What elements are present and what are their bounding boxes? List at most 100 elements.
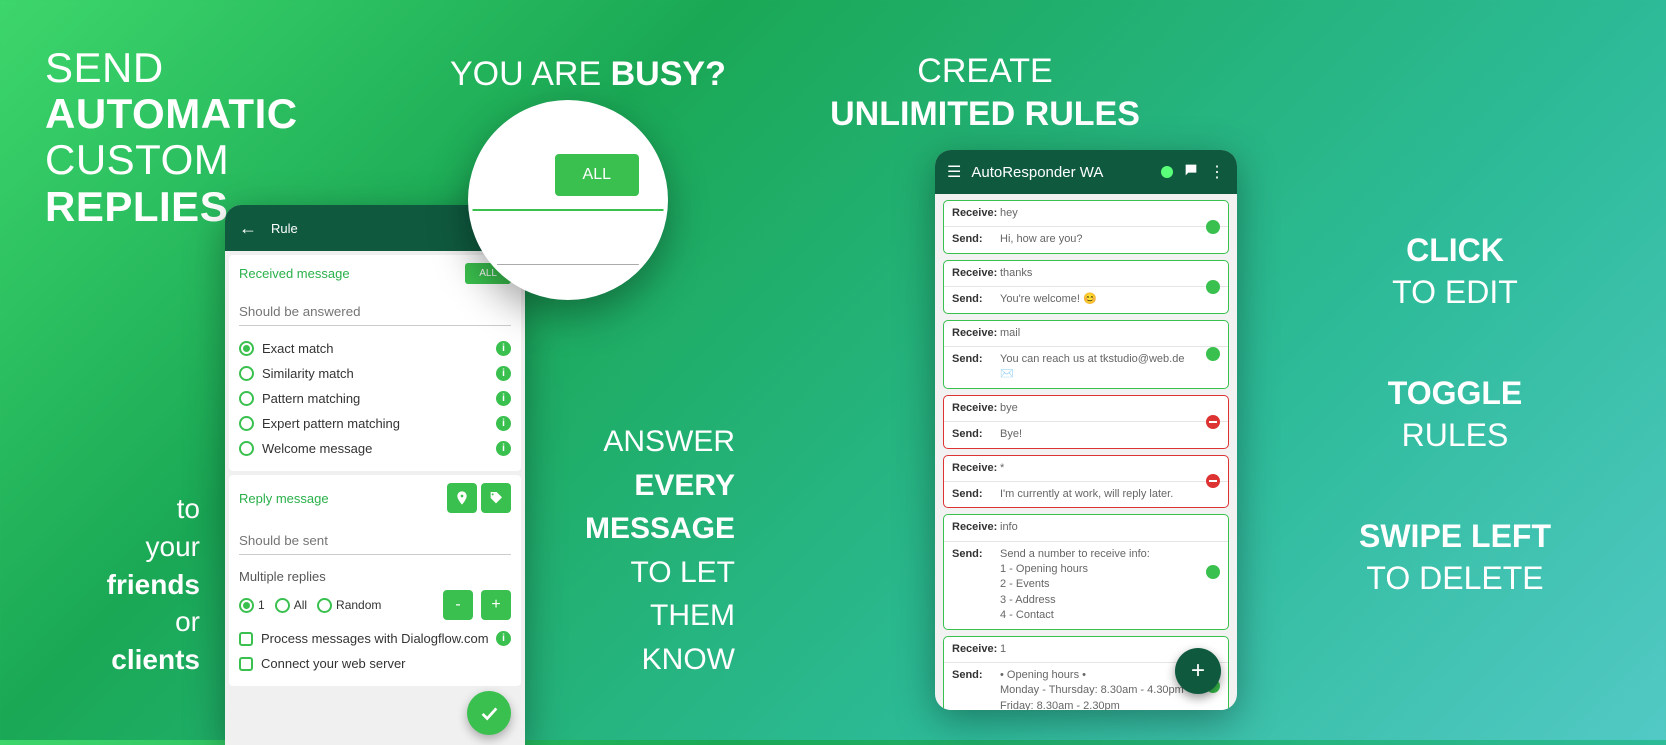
send-label: Send:	[952, 232, 1000, 247]
receive-label: Receive:	[952, 326, 1000, 341]
rule-card[interactable]: Receive:infoSend:Send a number to receiv…	[943, 514, 1229, 629]
match-option[interactable]: Welcome message i	[239, 436, 511, 461]
radio-icon	[239, 598, 254, 613]
tagline-answer: ANSWER EVERY MESSAGE TO LET THEM KNOW	[575, 420, 735, 681]
rule-toggle[interactable]	[1206, 280, 1220, 294]
tagline-create: CREATE UNLIMITED RULES	[815, 50, 1155, 135]
more-icon[interactable]: ⋮	[1209, 162, 1225, 182]
multi-opt-label: 1	[258, 598, 265, 612]
receive-value: info	[1000, 520, 1220, 535]
rule-toggle[interactable]	[1206, 347, 1220, 361]
rule-toggle[interactable]	[1206, 415, 1220, 429]
multi-row: 1 All Random - +	[239, 588, 511, 626]
receive-value: thanks	[1000, 266, 1220, 281]
rule-card[interactable]: Receive:mailSend:You can reach us at tks…	[943, 320, 1229, 389]
sub-word: or	[45, 603, 200, 641]
send-label: Send:	[952, 547, 1000, 624]
info-icon[interactable]: i	[496, 391, 511, 406]
plus-icon: +	[1191, 657, 1205, 685]
answer-word: KNOW	[575, 638, 735, 682]
multi-opt[interactable]: 1	[239, 598, 265, 613]
received-input[interactable]	[239, 298, 511, 326]
send-value: I'm currently at work, will reply later.	[1000, 487, 1220, 502]
answer-word: ANSWER	[575, 420, 735, 464]
radio-icon	[239, 416, 254, 431]
rule-editor-phone: ← Rule Received message ALL Exact match …	[225, 205, 525, 745]
received-section: Received message ALL Exact match i Simil…	[229, 255, 521, 471]
create-pre: CREATE	[815, 50, 1155, 93]
mag-all-button[interactable]: ALL	[555, 154, 639, 196]
rule-toggle[interactable]	[1206, 565, 1220, 579]
create-bold: UNLIMITED RULES	[815, 93, 1155, 136]
info-icon[interactable]: i	[496, 341, 511, 356]
save-fab[interactable]	[467, 691, 511, 735]
send-value: You can reach us at tkstudio@web.de ✉️	[1000, 352, 1220, 383]
receive-label: Receive:	[952, 206, 1000, 221]
tagline-left-word: SEND	[45, 45, 298, 91]
appbar-title: AutoResponder WA	[971, 164, 1103, 181]
minus-button[interactable]: -	[443, 590, 473, 620]
send-value: Hi, how are you?	[1000, 232, 1220, 247]
multi-label: Multiple replies	[239, 565, 511, 588]
add-rule-fab[interactable]: +	[1175, 648, 1221, 694]
radio-icon	[239, 441, 254, 456]
right-bold: TOGGLE	[1290, 373, 1620, 415]
sub-word: your	[45, 528, 200, 566]
receive-value: mail	[1000, 326, 1220, 341]
radio-icon	[239, 391, 254, 406]
dialogflow-option[interactable]: Process messages with Dialogflow.com i	[239, 626, 511, 651]
dialogflow-label: Process messages with Dialogflow.com	[261, 631, 489, 646]
busy-bold: BUSY?	[611, 55, 726, 93]
tagline-right: CLICK TO EDIT TOGGLE RULES SWIPE LEFT TO…	[1290, 230, 1620, 660]
tag-icon[interactable]	[481, 483, 511, 513]
reply-input[interactable]	[239, 527, 511, 555]
option-label: Similarity match	[262, 366, 354, 381]
feedback-icon[interactable]	[1183, 162, 1199, 183]
mag-divider	[472, 209, 664, 211]
mag-underline	[482, 264, 639, 265]
radio-icon	[275, 598, 290, 613]
receive-value: *	[1000, 461, 1220, 476]
match-option[interactable]: Pattern matching i	[239, 386, 511, 411]
reply-section: Reply message Multiple replies 1 All Ran…	[229, 475, 521, 686]
reply-header-row: Reply message	[239, 483, 511, 521]
rule-card[interactable]: Receive:byeSend:Bye!	[943, 395, 1229, 449]
answer-word: MESSAGE	[575, 507, 735, 551]
status-dot-icon[interactable]	[1161, 166, 1173, 178]
received-header: Received message	[239, 266, 350, 281]
checkbox-icon	[239, 657, 253, 671]
info-icon[interactable]: i	[496, 631, 511, 646]
rule-card[interactable]: Receive:heySend:Hi, how are you?	[943, 200, 1229, 254]
rules-list-phone: ☰ AutoResponder WA ⋮ Receive:heySend:Hi,…	[935, 150, 1237, 710]
location-icon[interactable]	[447, 483, 477, 513]
multi-opt[interactable]: All	[275, 598, 307, 613]
rule-card[interactable]: Receive:*Send:I'm currently at work, wil…	[943, 455, 1229, 509]
plus-button[interactable]: +	[481, 590, 511, 620]
rule-toggle[interactable]	[1206, 220, 1220, 234]
menu-icon[interactable]: ☰	[947, 162, 961, 182]
rule-card[interactable]: Receive:thanksSend:You're welcome! 😊	[943, 260, 1229, 314]
info-icon[interactable]: i	[496, 416, 511, 431]
multi-opt[interactable]: Random	[317, 598, 381, 613]
send-label: Send:	[952, 668, 1000, 710]
answer-word: EVERY	[575, 464, 735, 508]
tagline-busy: YOU ARE BUSY?	[450, 55, 726, 94]
send-label: Send:	[952, 292, 1000, 307]
right-thin: RULES	[1290, 415, 1620, 457]
match-option[interactable]: Similarity match i	[239, 361, 511, 386]
back-icon[interactable]: ←	[239, 218, 257, 239]
info-icon[interactable]: i	[496, 441, 511, 456]
match-option[interactable]: Exact match i	[239, 336, 511, 361]
right-block: TOGGLE RULES	[1290, 373, 1620, 456]
answer-word: THEM	[575, 594, 735, 638]
appbar-title: Rule	[271, 221, 298, 236]
rule-toggle[interactable]	[1206, 474, 1220, 488]
radio-icon	[239, 341, 254, 356]
match-option[interactable]: Expert pattern matching i	[239, 411, 511, 436]
sub-word: friends	[45, 566, 200, 604]
option-label: Pattern matching	[262, 391, 360, 406]
webserver-option[interactable]: Connect your web server	[239, 651, 511, 676]
received-header-row: Received message ALL	[239, 263, 511, 292]
send-value: You're welcome! 😊	[1000, 292, 1220, 307]
info-icon[interactable]: i	[496, 366, 511, 381]
